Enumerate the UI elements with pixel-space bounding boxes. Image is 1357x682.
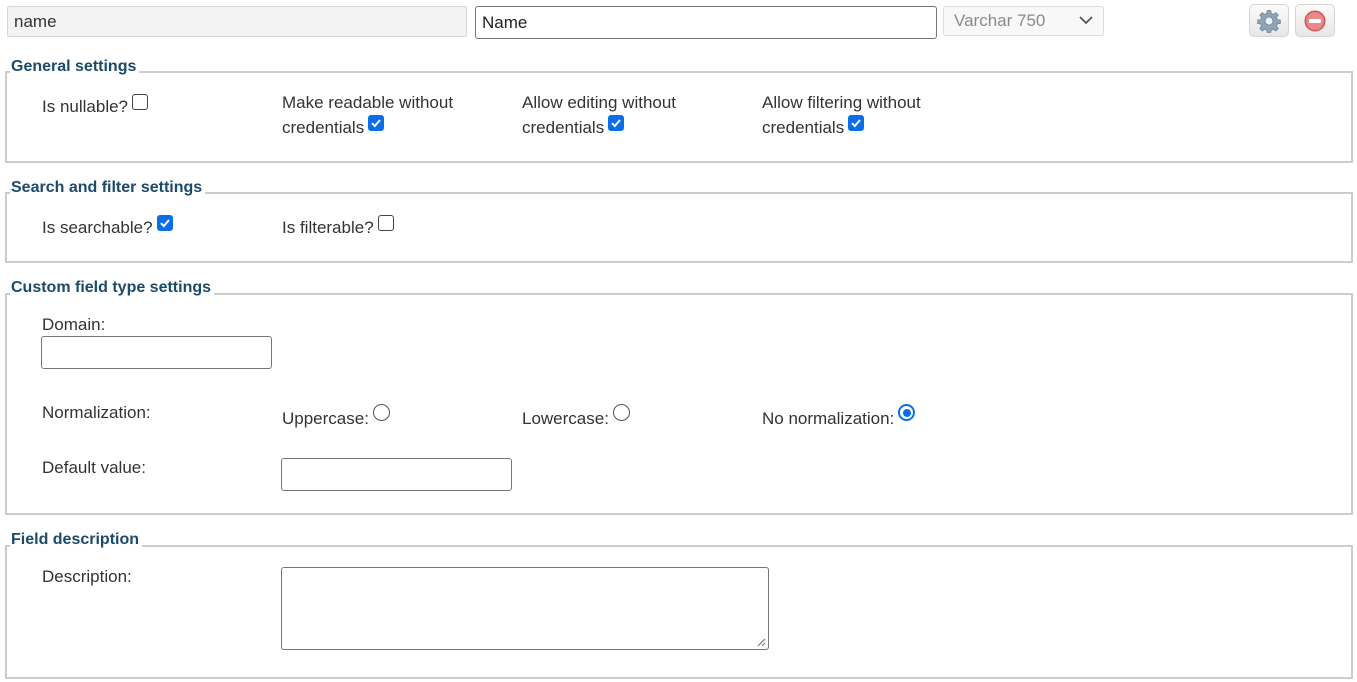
searchable-option: Is searchable? xyxy=(42,215,173,240)
no-normalization-label: No normalization: xyxy=(762,409,895,428)
nullable-option: Is nullable? xyxy=(42,94,149,119)
readable-label-line1: Make readable without xyxy=(282,93,454,112)
no-normalization-option: No normalization: xyxy=(762,404,916,431)
filterable-checkbox[interactable] xyxy=(377,215,394,231)
uppercase-option: Uppercase: xyxy=(282,404,390,431)
readable-option: Make readable without credentials xyxy=(282,90,453,140)
lowercase-label: Lowercase: xyxy=(522,409,609,428)
searchable-label: Is searchable? xyxy=(42,218,153,237)
description-label: Description: xyxy=(42,567,132,586)
editing-label-line1: Allow editing without xyxy=(522,93,677,112)
lowercase-radio[interactable] xyxy=(612,404,630,421)
field-description-legend: Field description xyxy=(10,531,143,549)
readable-label-line2: credentials xyxy=(282,118,365,137)
custom-settings-section xyxy=(5,293,1353,515)
field-key-input[interactable]: name xyxy=(7,6,467,37)
lowercase-option: Lowercase: xyxy=(522,404,630,431)
filtering-checkbox[interactable] xyxy=(848,115,865,131)
no-entry-icon xyxy=(1304,10,1326,31)
gear-icon xyxy=(1257,9,1281,33)
editing-label-line2: credentials xyxy=(522,118,605,137)
field-type-select[interactable]: Varchar 750 xyxy=(943,6,1104,36)
nullable-label: Is nullable? xyxy=(42,97,129,116)
filtering-option: Allow filtering without credentials xyxy=(762,90,921,140)
delete-button[interactable] xyxy=(1295,4,1335,37)
default-value-input[interactable] xyxy=(281,458,512,491)
nullable-checkbox[interactable] xyxy=(132,94,149,110)
chevron-down-icon xyxy=(1079,16,1093,25)
filterable-label: Is filterable? xyxy=(282,218,374,237)
description-textarea[interactable] xyxy=(281,567,769,650)
normalization-label: Normalization: xyxy=(42,403,151,422)
general-settings-section xyxy=(5,71,1353,163)
field-label-input[interactable]: Name xyxy=(475,6,937,39)
custom-settings-legend: Custom field type settings xyxy=(10,279,215,297)
default-value-label: Default value: xyxy=(42,458,146,477)
editing-option: Allow editing without credentials xyxy=(522,90,676,140)
search-settings-legend: Search and filter settings xyxy=(10,179,206,197)
filtering-label-line1: Allow filtering without xyxy=(762,93,921,112)
editing-checkbox[interactable] xyxy=(608,115,625,131)
domain-label: Domain: xyxy=(42,315,106,334)
general-settings-legend: General settings xyxy=(10,58,140,76)
uppercase-label: Uppercase: xyxy=(282,409,369,428)
readable-checkbox[interactable] xyxy=(368,115,385,131)
no-normalization-radio[interactable] xyxy=(898,404,916,421)
filtering-label-line2: credentials xyxy=(762,118,845,137)
uppercase-radio[interactable] xyxy=(372,404,390,421)
settings-button[interactable] xyxy=(1249,4,1289,37)
filterable-option: Is filterable? xyxy=(282,215,394,240)
domain-input[interactable] xyxy=(41,336,272,369)
search-settings-section xyxy=(5,192,1353,263)
searchable-checkbox[interactable] xyxy=(156,215,173,231)
resize-handle-icon[interactable] xyxy=(756,637,766,647)
field-type-value: Varchar 750 xyxy=(954,11,1046,30)
